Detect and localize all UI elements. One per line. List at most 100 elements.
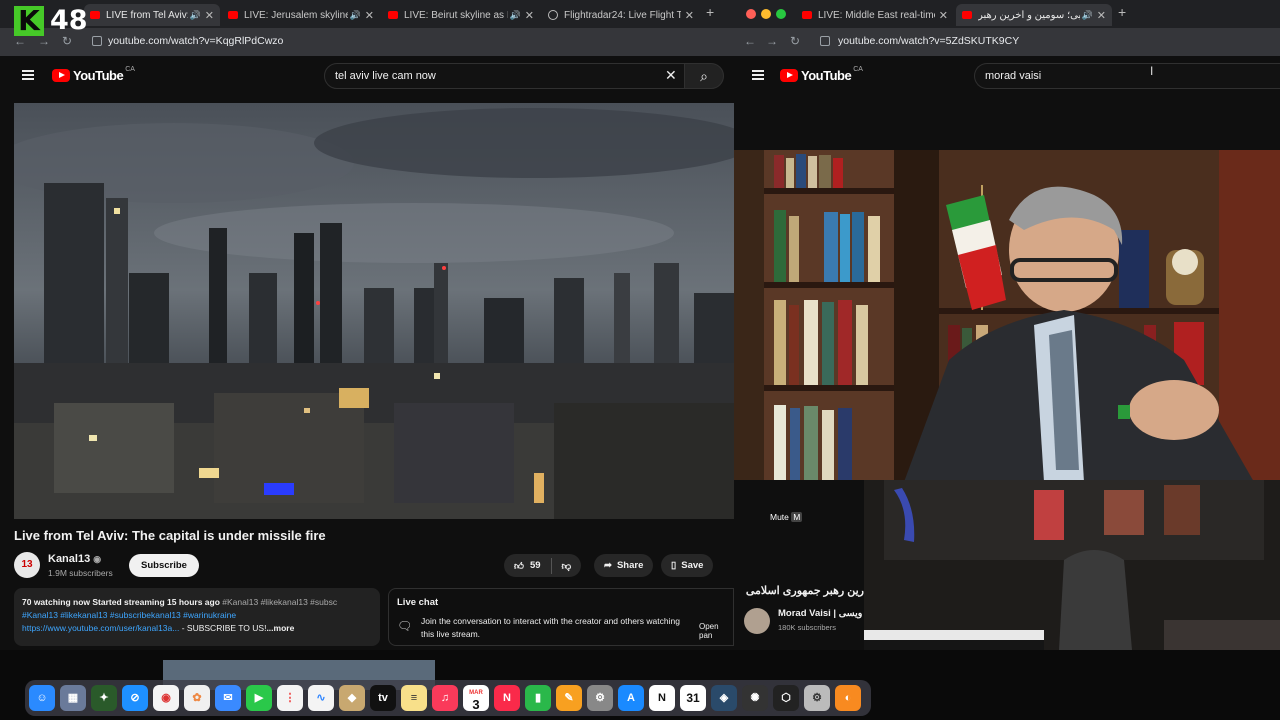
back-icon[interactable]: ←: [744, 34, 756, 48]
youtube-play-icon: [52, 69, 70, 82]
menu-icon[interactable]: [752, 70, 764, 80]
video-description[interactable]: 70 watching now Started streaming 15 hou…: [14, 588, 380, 646]
new-tab-button[interactable]: +: [1118, 4, 1126, 20]
menu-icon[interactable]: [22, 70, 34, 80]
speaker-icon[interactable]: 🔊: [1082, 10, 1093, 21]
morad-vaisi-video-player[interactable]: [734, 150, 1280, 482]
pages-icon[interactable]: ✎: [556, 685, 582, 711]
channel-link[interactable]: https://www.youtube.com/user/kanal13a...: [22, 623, 179, 633]
forward-icon[interactable]: →: [766, 34, 778, 48]
url-field[interactable]: youtube.com/watch?v=5ZdSKUTK9CY: [838, 35, 1019, 47]
appstore-icon[interactable]: A: [618, 685, 644, 711]
tab-middle-east[interactable]: LIVE: Middle East real-time c ✕: [796, 4, 954, 26]
settings-icon[interactable]: ⚙: [587, 685, 613, 711]
search-input[interactable]: tel aviv live cam now: [324, 63, 686, 89]
music-icon[interactable]: ♫: [432, 685, 458, 711]
subscriber-count: 180K subscribers: [778, 623, 836, 632]
minimize-window-button[interactable]: [761, 9, 771, 19]
channel-avatar[interactable]: [744, 608, 770, 634]
finder-icon[interactable]: ☺: [29, 685, 55, 711]
k-logo: K: [14, 5, 44, 36]
calendar-icon[interactable]: MAR 3: [463, 685, 489, 711]
site-info-icon[interactable]: [92, 36, 102, 46]
channel-name[interactable]: Morad Vaisi | ویسی: [778, 608, 862, 619]
like-divider: [550, 557, 552, 574]
notion-icon[interactable]: N: [649, 685, 675, 711]
tab-flightradar[interactable]: Flightradar24: Live Flight Tra ✕: [542, 4, 700, 26]
tab-jerusalem[interactable]: LIVE: Jerusalem skyline a 🔊 ✕: [222, 4, 380, 26]
reminders-icon[interactable]: ⋮: [277, 685, 303, 711]
macos-dock: ☺ ▦ ✦ ⊘ ◉ ✿ ✉ ▶ ⋮ ∿ ◆ tv ≡ ♫ MAR 3 N ▮ ✎…: [25, 680, 871, 716]
reload-icon[interactable]: ↻: [62, 34, 72, 48]
like-button[interactable]: 👍︎ 59 👎︎: [504, 554, 582, 577]
close-tab-icon[interactable]: ✕: [365, 9, 374, 22]
share-button[interactable]: ➦ Share: [594, 554, 654, 577]
save-button[interactable]: ▯ Save: [661, 554, 714, 577]
youtube-logo[interactable]: YouTube CA: [780, 66, 863, 83]
calendar2-icon[interactable]: 31: [680, 685, 706, 711]
site-info-icon[interactable]: [820, 36, 830, 46]
share-icon: ➦: [604, 560, 612, 571]
tab-beirut[interactable]: LIVE: Beirut skyline as Isr 🔊 ✕: [382, 4, 540, 26]
launchpad-icon[interactable]: ▦: [60, 685, 86, 711]
speaker-icon[interactable]: 🔊: [510, 10, 521, 21]
speaker-icon[interactable]: 🔊: [190, 10, 201, 21]
app4-icon[interactable]: ✺: [742, 685, 768, 711]
open-panel-button[interactable]: Open pan: [699, 622, 733, 640]
left-address-bar: ← → ↻ youtube.com/watch?v=KqgRlPdCwzo: [0, 28, 734, 56]
left-tab-bar: LIVE from Tel Aviv: The ca 🔊 ✕ LIVE: Jer…: [0, 0, 734, 28]
close-tab-icon[interactable]: ✕: [525, 9, 534, 22]
text-cursor-icon: I: [1150, 64, 1154, 78]
description-line-1: 70 watching now Started streaming 15 hou…: [22, 597, 338, 607]
video-info-panel: Mute M رین رهبر جمهوری اسلامی Morad Vais…: [734, 480, 864, 650]
tel-aviv-video-player[interactable]: [14, 103, 734, 519]
news-icon[interactable]: N: [494, 685, 520, 711]
close-tab-icon[interactable]: ✕: [1097, 9, 1106, 22]
app5-icon[interactable]: ⬡: [773, 685, 799, 711]
description-line-3: https://www.youtube.com/user/kanal13a...…: [22, 623, 295, 633]
description-hashtags[interactable]: #Kanal13 #likekanal13 #subscribekanal13 …: [22, 609, 372, 622]
clear-search-icon[interactable]: ✕: [665, 67, 677, 84]
globe-icon: [548, 10, 558, 20]
speaker-icon[interactable]: 🔊: [350, 10, 361, 21]
live-chat-panel: Live chat 🗨︎ Join the conversation to in…: [388, 588, 734, 646]
youtube-logo[interactable]: YouTube CA: [52, 66, 135, 83]
numbers-icon[interactable]: ▮: [525, 685, 551, 711]
search-input[interactable]: morad vaisi: [974, 63, 1280, 89]
channel-avatar[interactable]: 13: [14, 552, 40, 578]
maximize-window-button[interactable]: [776, 9, 786, 19]
reload-icon[interactable]: ↻: [790, 34, 800, 48]
studio-webcam-feed: [864, 480, 1280, 650]
search-button[interactable]: ⌕: [684, 63, 724, 89]
channel-name[interactable]: Kanal13 ◉: [48, 553, 101, 565]
url-field[interactable]: youtube.com/watch?v=KqgRlPdCwzo: [108, 35, 283, 47]
thumbs-down-icon[interactable]: 👎︎: [562, 560, 572, 572]
app7-icon[interactable]: ◐: [835, 685, 861, 711]
freeform-icon[interactable]: ∿: [308, 685, 334, 711]
chrome-icon[interactable]: ◉: [153, 685, 179, 711]
facetime-icon[interactable]: ▶: [246, 685, 272, 711]
subscribe-button[interactable]: Subscribe: [129, 554, 199, 577]
app-icon[interactable]: ✦: [91, 685, 117, 711]
search-icon: ⌕: [700, 68, 708, 84]
appletv-icon[interactable]: tv: [370, 685, 396, 711]
tab-morad-vaisi[interactable]: مجتبی؛ سومین و آخرین رهبر | 🔊 ✕: [956, 4, 1112, 26]
tab-tel-aviv[interactable]: LIVE from Tel Aviv: The ca 🔊 ✕: [84, 4, 220, 26]
app2-icon[interactable]: ◆: [339, 685, 365, 711]
photos-icon[interactable]: ✿: [184, 685, 210, 711]
app6-icon[interactable]: ⚙: [804, 685, 830, 711]
close-tab-icon[interactable]: ✕: [939, 9, 948, 22]
right-youtube-header: YouTube CA morad vaisi I: [734, 56, 1280, 100]
app3-icon[interactable]: ◈: [711, 685, 737, 711]
notes-icon[interactable]: ≡: [401, 685, 427, 711]
mail-icon[interactable]: ✉: [215, 685, 241, 711]
more-button[interactable]: ...more: [266, 623, 294, 633]
youtube-favicon-icon: [90, 11, 100, 19]
new-tab-button[interactable]: +: [706, 4, 714, 20]
close-tab-icon[interactable]: ✕: [205, 9, 214, 22]
close-window-button[interactable]: [746, 9, 756, 19]
close-tab-icon[interactable]: ✕: [685, 9, 694, 22]
channel-badge-overlay: K 48: [14, 5, 88, 36]
safari-icon[interactable]: ⊘: [122, 685, 148, 711]
left-youtube-header: YouTube CA tel aviv live cam now ✕ ⌕: [0, 56, 734, 100]
